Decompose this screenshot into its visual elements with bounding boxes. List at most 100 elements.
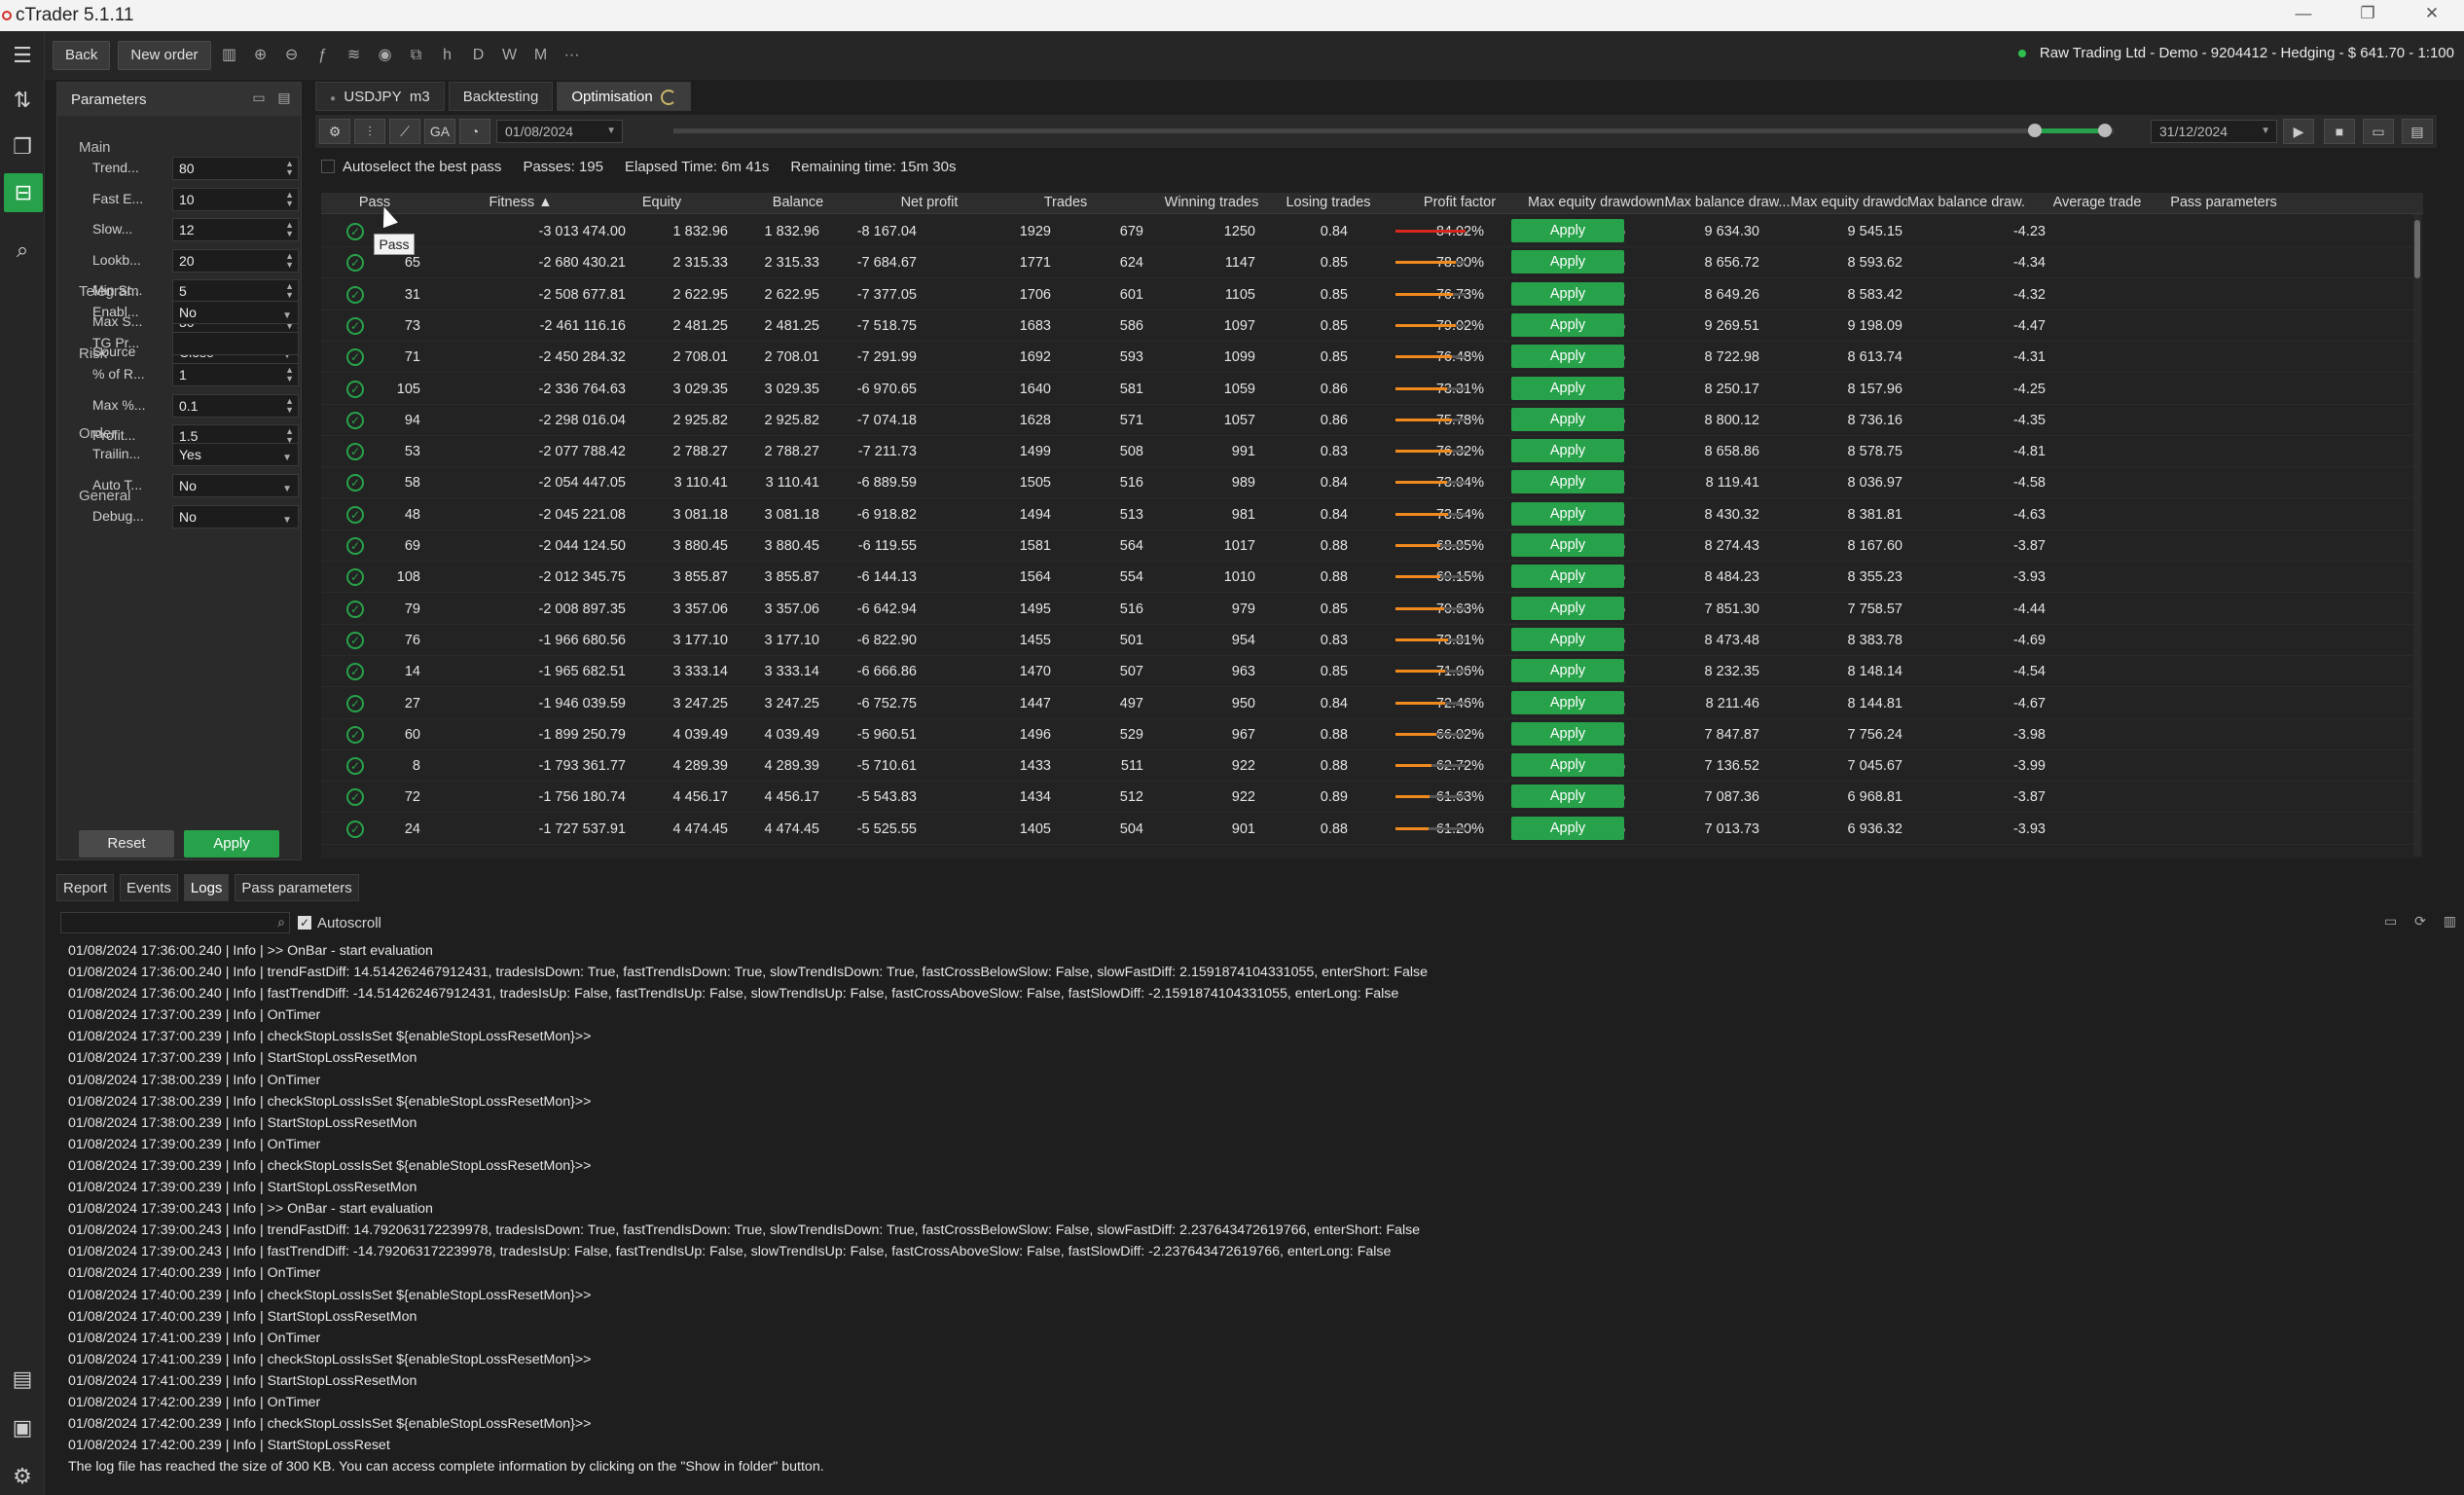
table-row[interactable]: ✓ 105 -2 336 764.63 3 029.35 3 029.35 -6 970.… xyxy=(321,374,2423,405)
autoscroll-checkbox[interactable]: ✓ xyxy=(298,916,311,930)
table-row[interactable]: ✓ 48 -2 045 221.08 3 081.18 3 081.18 -6 918.8… xyxy=(321,499,2423,530)
eye-icon[interactable]: ◉ xyxy=(373,43,398,68)
spinner-arrows-icon[interactable]: ▲▼ xyxy=(285,366,294,383)
minimize-button[interactable]: — xyxy=(2271,0,2336,31)
param-input[interactable]: No ▼ xyxy=(172,473,299,497)
column-header[interactable]: Max equity drawdown... xyxy=(1528,195,1674,210)
param-input[interactable]: Yes ▼ xyxy=(172,443,299,466)
layout-icon[interactable]: ▭ xyxy=(2363,119,2394,144)
column-header[interactable]: Pass xyxy=(321,195,428,210)
show-in-folder-icon[interactable]: ▭ xyxy=(2384,913,2397,929)
column-header[interactable]: Losing trades xyxy=(1265,195,1392,210)
table-row[interactable]: ✓ 79 -2 008 897.35 3 357.06 3 357.06 -6 642.9… xyxy=(321,594,2423,625)
apply-pass-button[interactable]: Apply xyxy=(1511,816,1624,840)
table-row[interactable]: ✓ 71 -2 450 284.32 2 708.01 2 708.01 -7 291.9… xyxy=(321,342,2423,374)
timeframe-m[interactable]: M xyxy=(528,43,554,68)
tab-events[interactable]: Events xyxy=(120,874,178,901)
scrollbar-thumb[interactable] xyxy=(2414,220,2420,278)
zoom-in-icon[interactable]: ⊕ xyxy=(248,43,273,68)
settings-gear-icon[interactable]: ⚙ xyxy=(8,1462,37,1491)
copy-icon[interactable]: ❐ xyxy=(8,132,37,162)
column-header[interactable]: Equity xyxy=(594,195,730,210)
column-header[interactable]: Balance xyxy=(730,195,866,210)
back-button[interactable]: Back xyxy=(53,41,111,70)
table-row[interactable]: ✓ 14 -1 965 682.51 3 333.14 3 333.14 -6 666.8… xyxy=(321,656,2423,688)
param-input[interactable]: 12 ▲ ▼ xyxy=(172,218,299,241)
table-row[interactable]: ✓ 24 -1 727 537.91 4 474.45 4 474.45 -5 525.5… xyxy=(321,814,2423,845)
tab-optimisation[interactable]: Optimisation xyxy=(557,82,691,111)
tab-pass-parameters[interactable]: Pass parameters xyxy=(235,874,359,901)
apply-pass-button[interactable]: Apply xyxy=(1511,533,1624,557)
apply-pass-button[interactable]: Apply xyxy=(1511,407,1624,431)
range-start-handle[interactable] xyxy=(2028,124,2042,137)
analyze-icon[interactable]: ⌕ xyxy=(8,236,37,265)
column-header[interactable]: Max balance draw... xyxy=(1664,195,1791,210)
spinner-arrows-icon[interactable]: ▲▼ xyxy=(285,221,294,238)
new-order-button[interactable]: New order xyxy=(118,41,211,70)
table-row[interactable]: ✓ 73 -2 461 116.16 2 481.25 2 481.25 -7 518.7… xyxy=(321,310,2423,342)
table-row[interactable]: ✓ 65 -2 680 430.21 2 315.33 2 315.33 -7 684.6… xyxy=(321,247,2423,279)
apply-pass-button[interactable]: Apply xyxy=(1511,501,1624,526)
export-icon[interactable]: ▤ xyxy=(2402,119,2433,144)
account-info[interactable]: Raw Trading Ltd - Demo - 9204412 - Hedgi… xyxy=(2017,45,2454,61)
end-date-picker[interactable]: 31/12/2024 ▼ xyxy=(2151,120,2277,143)
stop-icon[interactable]: ■ xyxy=(2324,119,2355,144)
clear-log-icon[interactable]: ▥ xyxy=(2444,913,2456,929)
panel-menu-icon[interactable]: ▤ xyxy=(275,90,293,107)
spinner-arrows-icon[interactable]: ▲▼ xyxy=(285,396,294,415)
column-header[interactable]: Fitness ▲ xyxy=(457,195,584,210)
table-row[interactable]: ✓ 58 -2 054 447.05 3 110.41 3 110.41 -6 889.5… xyxy=(321,467,2423,499)
timeframe-h[interactable]: h xyxy=(435,43,460,68)
apply-pass-button[interactable]: Apply xyxy=(1511,659,1624,683)
timeframe-d[interactable]: D xyxy=(466,43,491,68)
settings-gear-icon[interactable]: ⚙ xyxy=(319,119,350,144)
maximize-button[interactable]: ❐ xyxy=(2336,0,2400,31)
table-row[interactable]: ✓ 31 -2 508 677.81 2 622.95 2 622.95 -7 377.0… xyxy=(321,279,2423,310)
table-row[interactable]: ✓ 72 -1 756 180.74 4 456.17 4 456.17 -5 543.8… xyxy=(321,782,2423,814)
speed-gauge-icon[interactable]: ◔ xyxy=(459,119,490,144)
reset-button[interactable]: Reset xyxy=(79,830,174,857)
param-input[interactable]: 1 ▲ ▼ xyxy=(172,363,299,386)
layout-icon[interactable]: ▥ xyxy=(217,43,242,68)
menu-icon[interactable]: ☰ xyxy=(8,41,37,70)
vertical-scrollbar[interactable] xyxy=(2413,214,2421,857)
timeframe-w[interactable]: W xyxy=(497,43,523,68)
table-row[interactable]: ✓ 76 -1 966 680.56 3 177.10 3 177.10 -6 822.9… xyxy=(321,625,2423,656)
apply-pass-button[interactable]: Apply xyxy=(1511,345,1624,369)
apply-pass-button[interactable]: Apply xyxy=(1511,784,1624,809)
template-icon[interactable]: ⧉ xyxy=(404,43,429,68)
param-input[interactable] xyxy=(172,331,299,355)
log-search-input[interactable]: ⌕ xyxy=(60,912,290,933)
column-header[interactable]: Profit factor xyxy=(1401,195,1518,210)
column-header[interactable]: Pass parameters xyxy=(2151,195,2297,210)
column-header[interactable]: Max equity drawdo... xyxy=(1791,195,1907,210)
apply-pass-button[interactable]: Apply xyxy=(1511,565,1624,589)
spinner-arrows-icon[interactable]: ▲▼ xyxy=(285,251,294,270)
table-row[interactable]: ✓ 69 -2 044 124.50 3 880.45 3 880.45 -6 119.5… xyxy=(321,530,2423,562)
spinner-arrows-icon[interactable]: ▲▼ xyxy=(285,282,294,300)
spinner-arrows-icon[interactable]: ▲▼ xyxy=(285,160,294,177)
apply-pass-button[interactable]: Apply xyxy=(1511,376,1624,400)
param-input[interactable]: 20 ▲ ▼ xyxy=(172,248,299,273)
chart-line-icon[interactable]: ⟋ xyxy=(389,119,420,144)
apply-pass-button[interactable]: Apply xyxy=(1511,250,1624,274)
apply-pass-button[interactable]: Apply xyxy=(1511,439,1624,463)
apply-pass-button[interactable]: Apply xyxy=(1511,312,1624,337)
table-row[interactable]: ✓ -3 013 474.00 1 832.96 1 832.96 -8 167.04 1… xyxy=(321,216,2423,247)
table-row[interactable]: ✓ 27 -1 946 039.59 3 247.25 3 247.25 -6 752.7… xyxy=(321,688,2423,719)
range-end-handle[interactable] xyxy=(2098,124,2112,137)
more-icon[interactable]: ··· xyxy=(560,43,585,68)
date-range-slider[interactable] xyxy=(673,124,2114,137)
apply-pass-button[interactable]: Apply xyxy=(1511,721,1624,746)
algo-icon[interactable]: ⊟ xyxy=(4,173,43,212)
column-header[interactable]: Max balance draw... xyxy=(1907,195,2024,210)
apply-pass-button[interactable]: Apply xyxy=(1511,219,1624,242)
layers-icon[interactable]: ≋ xyxy=(342,43,367,68)
param-input[interactable]: 5 ▲ ▼ xyxy=(172,279,299,303)
param-input[interactable]: No ▼ xyxy=(172,301,299,324)
apply-pass-button[interactable]: Apply xyxy=(1511,627,1624,651)
tab-symbol[interactable]: ● USDJPY m3 xyxy=(315,82,445,111)
play-icon[interactable]: ▶ xyxy=(2283,119,2314,144)
column-header[interactable]: Average trade xyxy=(2034,195,2160,210)
apply-pass-button[interactable]: Apply xyxy=(1511,753,1624,778)
